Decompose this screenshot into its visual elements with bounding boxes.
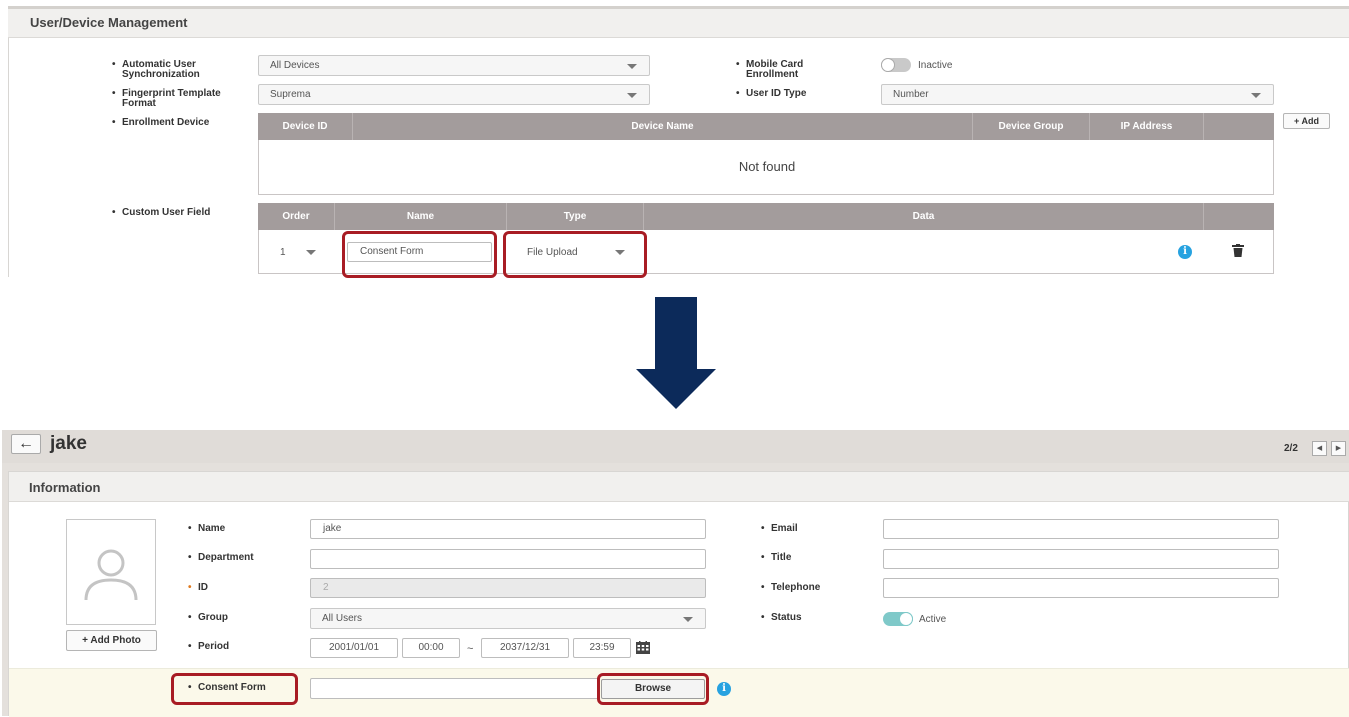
order-value: 1 bbox=[280, 247, 286, 258]
name-input[interactable]: jake bbox=[310, 519, 706, 539]
fingerprint-select[interactable]: Suprema bbox=[258, 84, 650, 105]
auto-sync-label: • Automatic User Synchronization bbox=[112, 59, 200, 80]
chevron-down-icon bbox=[627, 93, 637, 98]
user-id-type-select[interactable]: Number bbox=[881, 84, 1274, 105]
mobile-card-label: • Mobile Card Enrollment bbox=[736, 59, 804, 80]
period-separator: ~ bbox=[467, 643, 474, 655]
user-name-title: jake bbox=[50, 433, 87, 454]
device-management-header bbox=[8, 6, 1349, 38]
email-label: • Email bbox=[761, 523, 798, 534]
id-label: • ID bbox=[188, 582, 208, 593]
column-header[interactable]: Device ID bbox=[258, 113, 353, 140]
highlight-browse bbox=[597, 673, 709, 705]
id-input: 2 bbox=[310, 578, 706, 598]
period-end-time[interactable]: 23:59 bbox=[573, 638, 631, 658]
status-toggle[interactable] bbox=[883, 612, 913, 626]
enrollment-table-body: Not found bbox=[258, 140, 1274, 195]
chevron-down-icon bbox=[683, 617, 693, 622]
avatar-icon bbox=[84, 549, 138, 601]
pager-count: 2/2 bbox=[1284, 443, 1298, 454]
consent-form-file-input[interactable] bbox=[310, 678, 600, 699]
telephone-label: • Telephone bbox=[761, 582, 821, 593]
panel-title: User/Device Management bbox=[30, 15, 188, 30]
column-header[interactable]: IP Address bbox=[1090, 113, 1204, 140]
column-header[interactable]: Data bbox=[644, 203, 1204, 230]
telephone-input[interactable] bbox=[883, 578, 1279, 598]
status-label: • Status bbox=[761, 612, 802, 623]
arrow-left-icon: ← bbox=[18, 435, 34, 452]
arrow-down-icon bbox=[655, 297, 697, 369]
group-label: • Group bbox=[188, 612, 228, 623]
status-value: Active bbox=[919, 614, 947, 625]
info-icon[interactable]: i bbox=[717, 682, 731, 696]
email-input[interactable] bbox=[883, 519, 1279, 539]
custom-field-label: • Custom User Field bbox=[112, 207, 211, 218]
custom-field-table-header: Order Name Type Data bbox=[258, 203, 1274, 230]
fingerprint-label: • Fingerprint Template Format bbox=[112, 88, 221, 109]
empty-text: Not found bbox=[738, 159, 796, 174]
add-enrollment-device-button[interactable]: + Add bbox=[1283, 113, 1330, 129]
highlight-type bbox=[503, 231, 647, 278]
highlight-name bbox=[342, 231, 497, 278]
mobile-card-status: Inactive bbox=[918, 60, 953, 71]
period-start-time[interactable]: 00:00 bbox=[402, 638, 460, 658]
enrollment-device-label: • Enrollment Device bbox=[112, 117, 210, 128]
calendar-icon[interactable] bbox=[636, 641, 650, 659]
user-header-bar bbox=[2, 430, 1349, 463]
column-header[interactable]: Order bbox=[258, 203, 335, 230]
column-header-empty bbox=[1204, 203, 1274, 230]
auto-sync-select[interactable]: All Devices bbox=[258, 55, 650, 76]
column-header[interactable]: Device Name bbox=[353, 113, 973, 140]
info-icon[interactable]: i bbox=[1178, 245, 1192, 259]
period-label: • Period bbox=[188, 641, 230, 652]
chevron-down-icon[interactable] bbox=[306, 250, 316, 255]
enrollment-table-header: Device ID Device Name Device Group IP Ad… bbox=[258, 113, 1274, 140]
section-title: Information bbox=[29, 480, 101, 495]
column-header[interactable]: Name bbox=[335, 203, 507, 230]
department-label: • Department bbox=[188, 552, 254, 563]
column-header[interactable]: Device Group bbox=[973, 113, 1090, 140]
next-page-button[interactable]: ▶ bbox=[1331, 441, 1346, 456]
previous-page-button[interactable]: ◀ bbox=[1312, 441, 1327, 456]
user-id-type-label: • User ID Type bbox=[736, 88, 807, 99]
back-button[interactable]: ← bbox=[11, 434, 41, 454]
highlight-consent-label bbox=[171, 673, 298, 705]
group-select[interactable]: All Users bbox=[310, 608, 706, 629]
column-header[interactable]: Type bbox=[507, 203, 644, 230]
title-label: • Title bbox=[761, 552, 792, 563]
chevron-down-icon bbox=[1251, 93, 1261, 98]
add-photo-button[interactable]: + Add Photo bbox=[66, 630, 157, 651]
arrow-down-head bbox=[636, 369, 716, 409]
trash-icon[interactable] bbox=[1232, 244, 1244, 262]
department-input[interactable] bbox=[310, 549, 706, 569]
information-header bbox=[9, 472, 1349, 502]
column-header-empty bbox=[1204, 113, 1274, 140]
toggle-knob bbox=[881, 58, 895, 72]
mobile-card-toggle[interactable] bbox=[881, 58, 911, 72]
period-end-date[interactable]: 2037/12/31 bbox=[481, 638, 569, 658]
period-start-date[interactable]: 2001/01/01 bbox=[310, 638, 398, 658]
user-photo bbox=[66, 519, 156, 625]
title-input[interactable] bbox=[883, 549, 1279, 569]
toggle-knob bbox=[899, 612, 913, 626]
chevron-down-icon bbox=[627, 64, 637, 69]
name-label: • Name bbox=[188, 523, 226, 534]
